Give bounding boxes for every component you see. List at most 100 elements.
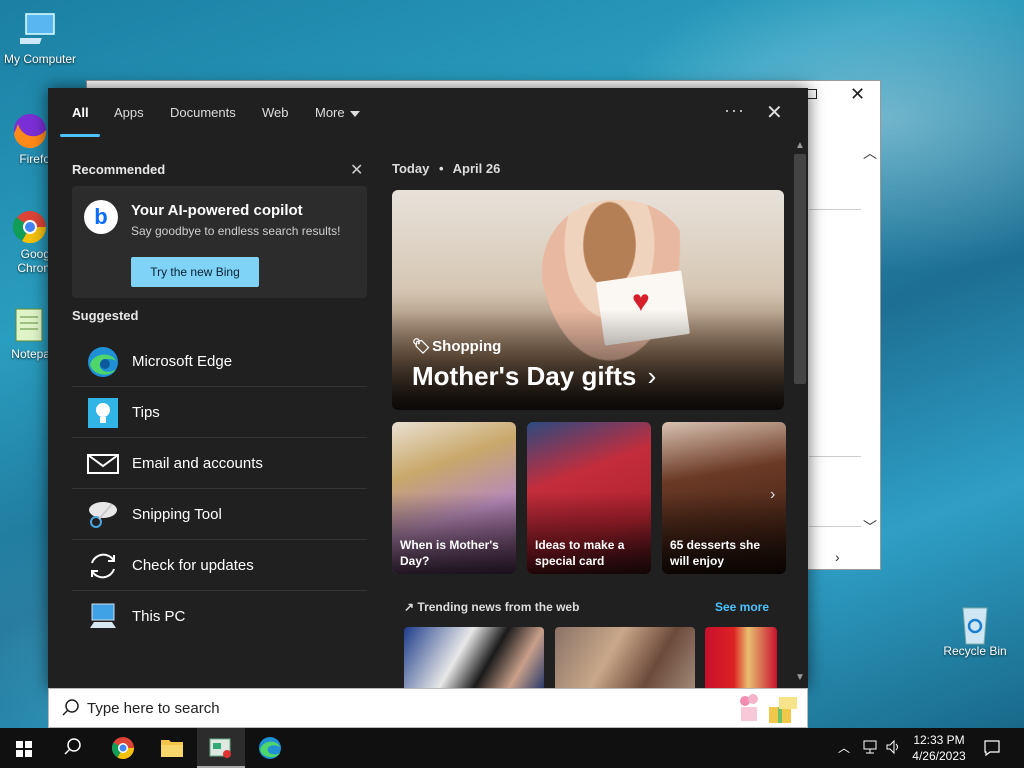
feed-date-label: Today — [392, 161, 430, 176]
recommended-heading: Recommended — [72, 162, 166, 177]
recommended-card[interactable]: b Your AI-powered copilot Say goodbye to… — [72, 186, 367, 298]
tile-caption: Ideas to make a special card — [535, 538, 625, 568]
desktop-icon-recycle-bin[interactable]: Recycle Bin — [934, 602, 1016, 658]
dismiss-recommended-icon[interactable]: ✕ — [350, 160, 363, 180]
taskbar: ︿ 12:33 PM 4/26/2023 — [0, 728, 1024, 768]
desktop-icon-chrome[interactable]: Goog Chron — [0, 205, 54, 275]
desktop-icon-label: Notepa — [11, 347, 50, 361]
tips-icon — [86, 396, 120, 430]
tab-all[interactable]: All — [72, 105, 89, 120]
tile-when-mothers-day[interactable]: When is Mother's Day? — [392, 422, 516, 574]
suggested-heading: Suggested — [72, 308, 139, 323]
tag-icon: 🏷 — [412, 338, 432, 355]
hero-tag-label: Shopping — [432, 338, 502, 355]
scroll-up-icon[interactable]: ︿ — [863, 143, 877, 163]
chevron-right-icon: › — [647, 361, 657, 391]
suggested-item-email-accounts[interactable]: Email and accounts — [72, 438, 367, 489]
maximize-icon[interactable] — [807, 89, 817, 99]
suggested-item-label: Microsoft Edge — [132, 353, 233, 370]
clock-date: 4/26/2023 — [912, 749, 966, 763]
taskbar-chrome[interactable] — [99, 728, 147, 768]
close-icon[interactable]: ✕ — [850, 84, 865, 105]
desktop-icon-label: Goog Chron — [17, 247, 50, 275]
tab-documents[interactable]: Documents — [170, 105, 236, 120]
firefox-icon — [8, 110, 48, 150]
scroll-down-icon[interactable]: ﹀ — [863, 517, 877, 537]
trending-heading: ↗ Trending news from the web — [404, 600, 579, 614]
see-more-link[interactable]: See more — [715, 600, 769, 614]
news-card[interactable] — [555, 627, 695, 688]
scroll-down-icon[interactable]: ▼ — [795, 672, 805, 683]
close-icon[interactable]: ✕ — [766, 100, 783, 125]
news-card[interactable] — [705, 627, 777, 688]
taskbar-search-box[interactable] — [48, 688, 808, 728]
desktop-icon-label: Firefo — [19, 152, 50, 166]
edge-icon — [86, 345, 120, 379]
taskbar-edge[interactable] — [246, 728, 294, 768]
search-input[interactable] — [87, 697, 687, 719]
hero-title-text: Mother's Day gifts — [412, 361, 637, 391]
taskbar-clock[interactable]: 12:33 PM 4/26/2023 — [904, 732, 974, 764]
desktop-icon-label: Recycle Bin — [943, 644, 1007, 658]
scroll-up-icon[interactable]: ▲ — [795, 140, 805, 151]
trending-heading-text: Trending news from the web — [417, 600, 580, 614]
chevron-down-icon — [349, 110, 360, 117]
suggested-item-this-pc[interactable]: This PC — [72, 591, 367, 642]
desktop-icon-my-computer[interactable]: My Computer — [0, 10, 80, 66]
suggested-item-microsoft-edge[interactable]: Microsoft Edge — [72, 336, 367, 387]
scrollbar-thumb[interactable] — [794, 154, 806, 384]
tab-more[interactable]: More — [315, 105, 360, 120]
search-icon — [61, 698, 81, 718]
feed-date-value: April 26 — [452, 161, 501, 176]
refresh-icon — [86, 549, 120, 583]
snipping-tool-icon — [86, 498, 120, 532]
recommended-card-title: Your AI-powered copilot — [131, 202, 303, 219]
suggested-item-snipping-tool[interactable]: Snipping Tool — [72, 489, 367, 540]
scroll-right-icon[interactable]: › — [835, 549, 840, 565]
mail-icon — [86, 447, 120, 481]
notifications-icon[interactable] — [982, 738, 1002, 768]
chevron-up-icon[interactable]: ︿ — [838, 739, 850, 768]
try-new-bing-button[interactable]: Try the new Bing — [131, 257, 259, 287]
suggested-item-tips[interactable]: Tips — [72, 387, 367, 438]
desktop-icon-notepad[interactable]: Notepa — [0, 305, 54, 361]
search-panel: All Apps Documents Web More ··· ✕ Recomm… — [48, 88, 808, 688]
tile-caption: When is Mother's Day? — [400, 538, 499, 568]
trending-icon: ↗ — [404, 600, 415, 614]
start-button[interactable] — [0, 728, 48, 768]
feed-scrollbar[interactable]: ▲ ▼ — [794, 140, 806, 686]
tab-web[interactable]: Web — [262, 105, 289, 120]
suggested-item-label: Check for updates — [132, 557, 254, 574]
tile-caption: 65 desserts she will enjoy — [670, 538, 761, 568]
taskbar-file-explorer[interactable] — [148, 728, 196, 768]
tile-ideas-card[interactable]: Ideas to make a special card — [527, 422, 651, 574]
taskbar-active-app[interactable] — [197, 728, 245, 768]
volume-icon[interactable] — [884, 738, 902, 768]
recycle-bin-icon — [955, 602, 995, 645]
tab-more-label: More — [315, 105, 345, 120]
bing-icon: b — [84, 200, 118, 234]
feed-date: Today • April 26 — [392, 161, 501, 176]
computer-icon — [17, 10, 60, 50]
suggested-item-label: Snipping Tool — [132, 506, 222, 523]
network-icon[interactable] — [862, 738, 880, 768]
desktop-icon-firefox[interactable]: Firefo — [0, 110, 54, 166]
desktop-icon-label: My Computer — [3, 52, 77, 66]
taskbar-search-button[interactable] — [48, 728, 96, 768]
notepad-icon — [8, 305, 48, 345]
tile-desserts[interactable]: 65 desserts she will enjoy — [662, 422, 786, 574]
tab-apps[interactable]: Apps — [114, 105, 144, 120]
suggested-item-check-updates[interactable]: Check for updates — [72, 540, 367, 591]
suggested-list: Microsoft Edge Tips Email and accounts S… — [72, 336, 367, 642]
chrome-icon — [8, 205, 48, 245]
more-options-icon[interactable]: ··· — [724, 100, 745, 121]
hero-card-mothers-day[interactable]: ♥ 🏷 Shopping Mother's Day gifts › — [392, 190, 784, 410]
recommended-card-subtitle: Say goodbye to endless search results! — [131, 224, 341, 238]
chevron-right-icon[interactable]: › — [770, 486, 775, 504]
hero-tag: 🏷 Shopping — [412, 337, 501, 355]
active-tab-indicator — [60, 134, 100, 137]
clock-time: 12:33 PM — [913, 733, 965, 747]
suggested-item-label: This PC — [132, 608, 186, 625]
news-card[interactable] — [404, 627, 544, 688]
suggested-item-label: Email and accounts — [132, 455, 263, 472]
